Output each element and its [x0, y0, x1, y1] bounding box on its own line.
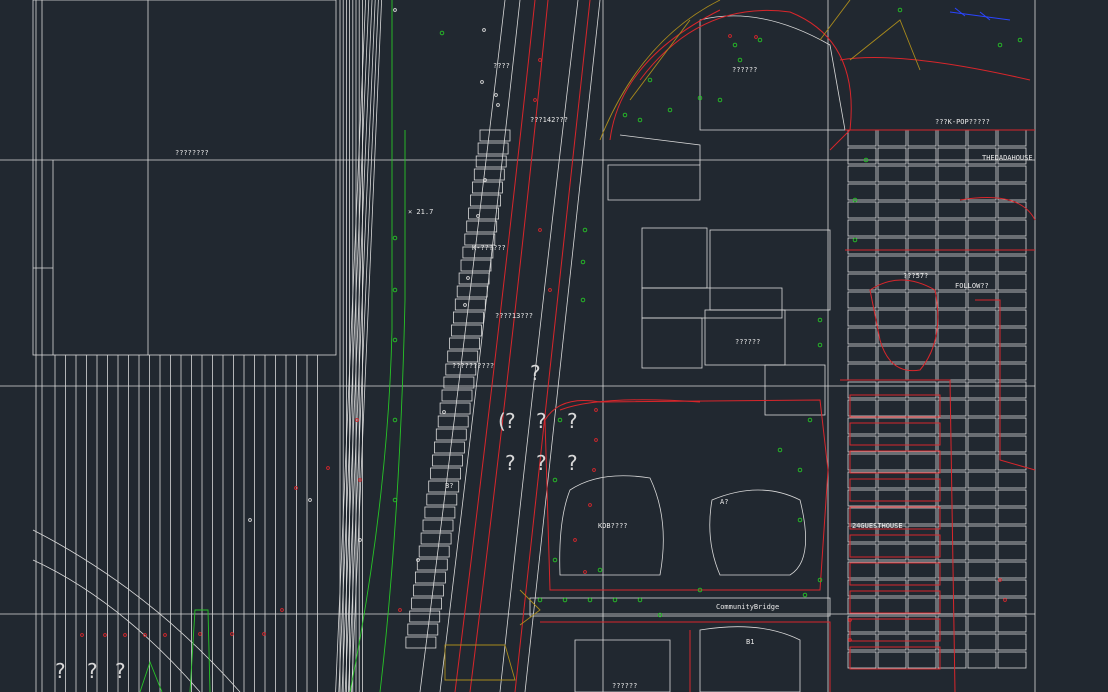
svg-text:?: ? — [536, 451, 547, 475]
label-bottom: ?????? — [612, 682, 637, 690]
svg-text:?: ? — [87, 659, 98, 683]
road-symbols: ( ? ? ? ? ? ? ? ? ? ? — [55, 361, 578, 683]
label-alley-1: ???? — [493, 62, 510, 70]
label-a: A? — [720, 498, 728, 506]
svg-text:?: ? — [567, 451, 578, 475]
label-b1: B1 — [746, 638, 754, 646]
svg-text:?: ? — [505, 451, 516, 475]
layer-white-lines — [0, 0, 1036, 692]
label-road-a: ????13??? — [495, 312, 533, 320]
label-guesthouse: 24GUESTHOUSE — [852, 522, 903, 530]
layer-point-markers — [80, 7, 1023, 642]
label-gymnasium: ???????? — [175, 149, 209, 157]
label-k: K-?????? — [472, 244, 506, 252]
cad-drawing-viewport[interactable]: ( ? ? ? ? ? ? ? ? ? ? ?????? ???????? ??… — [0, 0, 1108, 692]
svg-text:?: ? — [505, 409, 516, 433]
label-num-142: ???142??? — [530, 116, 568, 124]
label-road-b: ???57? — [903, 272, 928, 280]
layer-blue-lines — [949, 7, 1011, 21]
label-kdb: KDB???? — [598, 522, 628, 530]
label-site-top: ?????? — [732, 66, 757, 74]
label-marker-717: × 21.7 — [408, 208, 433, 216]
label-pop-street: ???K-POP????? — [935, 118, 990, 126]
svg-text:?: ? — [536, 409, 547, 433]
label-bridge: CommunityBridge — [716, 603, 779, 611]
svg-text:?: ? — [115, 659, 126, 683]
label-b: B? — [445, 482, 453, 490]
layer-green-lines — [139, 0, 406, 692]
svg-text:?: ? — [55, 659, 66, 683]
label-road-c: ?????????? — [452, 362, 494, 370]
svg-text:?: ? — [567, 409, 578, 433]
label-dadahouse: THEDADAHOUSE — [982, 154, 1033, 162]
svg-text:?: ? — [530, 361, 541, 385]
label-alley-2: ?????? — [735, 338, 760, 346]
label-follow: FOLLOW?? — [955, 282, 989, 290]
cad-drawing-canvas[interactable]: ( ? ? ? ? ? ? ? ? ? ? ?????? ???????? ??… — [0, 0, 1108, 692]
